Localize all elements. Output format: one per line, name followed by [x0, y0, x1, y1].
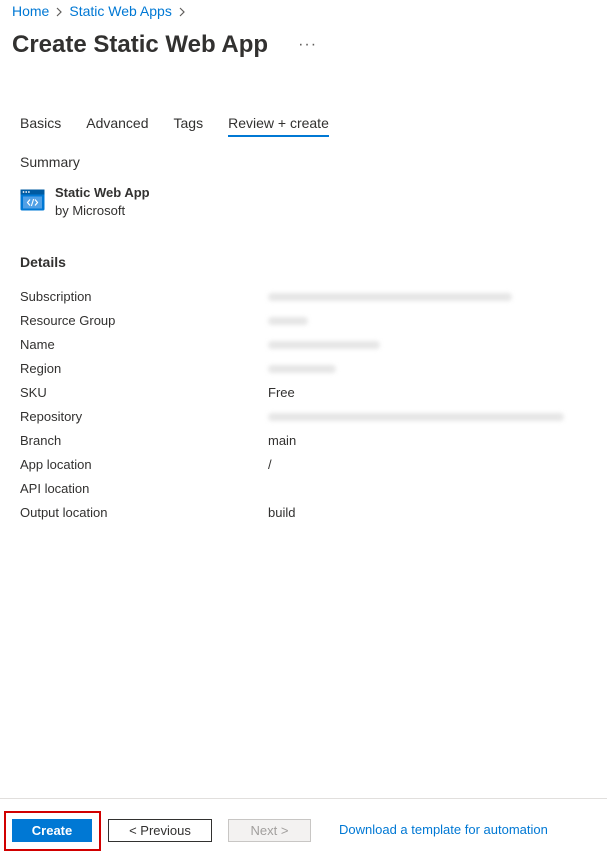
- tab-advanced[interactable]: Advanced: [86, 113, 148, 137]
- breadcrumb-static-web-apps-link[interactable]: Static Web Apps: [69, 3, 171, 19]
- detail-key: Name: [20, 336, 55, 352]
- detail-row-app-location: App location /: [20, 452, 590, 476]
- download-template-link[interactable]: Download a template for automation: [339, 822, 548, 837]
- detail-value: build: [268, 504, 296, 520]
- detail-value-redacted: [268, 313, 308, 328]
- detail-value-redacted: [268, 361, 336, 376]
- detail-key: Repository: [20, 408, 83, 424]
- summary-heading: Summary: [20, 154, 80, 170]
- chevron-right-icon: [49, 3, 69, 19]
- breadcrumb: Home Static Web Apps: [12, 2, 192, 20]
- page-title: Create Static Web App: [12, 31, 269, 58]
- detail-row-subscription: Subscription: [20, 284, 590, 308]
- chevron-right-icon: [172, 3, 192, 19]
- detail-value: Free: [268, 384, 295, 400]
- tab-tags[interactable]: Tags: [174, 113, 204, 137]
- detail-key: Subscription: [20, 288, 92, 304]
- detail-key: Resource Group: [20, 312, 116, 328]
- details-heading: Details: [20, 254, 66, 270]
- title-row: Create Static Web App ···: [12, 28, 321, 62]
- detail-value-redacted: [268, 409, 564, 424]
- detail-value: main: [268, 432, 297, 448]
- details-list: Subscription Resource Group Name Region …: [20, 284, 590, 524]
- app-vendor: by Microsoft: [55, 203, 126, 218]
- create-static-web-app-page: Home Static Web Apps Create Static Web A…: [0, 0, 607, 863]
- detail-value-redacted: [268, 337, 380, 352]
- detail-key: Region: [20, 360, 62, 376]
- tab-basics[interactable]: Basics: [20, 113, 61, 137]
- detail-row-resource-group: Resource Group: [20, 308, 590, 332]
- breadcrumb-home-link[interactable]: Home: [12, 3, 49, 19]
- detail-key: SKU: [20, 384, 47, 400]
- detail-row-api-location: API location: [20, 476, 590, 500]
- detail-key: Output location: [20, 504, 108, 520]
- previous-button[interactable]: < Previous: [108, 819, 212, 842]
- detail-key: Branch: [20, 432, 62, 448]
- detail-key: API location: [20, 480, 90, 496]
- detail-value-redacted: [268, 289, 512, 304]
- detail-row-output-location: Output location build: [20, 500, 590, 524]
- detail-row-name: Name: [20, 332, 590, 356]
- more-options-icon[interactable]: ···: [294, 35, 321, 55]
- create-button[interactable]: Create: [12, 819, 92, 842]
- detail-row-sku: SKU Free: [20, 380, 590, 404]
- next-button[interactable]: Next >: [228, 819, 311, 842]
- footer-divider: [0, 798, 607, 799]
- wizard-tabs: Basics Advanced Tags Review + create: [20, 113, 329, 137]
- app-summary-text: Static Web App by Microsoft: [55, 184, 150, 220]
- static-web-app-icon: [20, 189, 45, 211]
- detail-value: /: [268, 456, 272, 472]
- tab-review-create[interactable]: Review + create: [228, 113, 329, 137]
- app-summary-card: Static Web App by Microsoft: [20, 184, 150, 220]
- detail-row-region: Region: [20, 356, 590, 380]
- app-name: Static Web App: [55, 185, 150, 200]
- detail-row-branch: Branch main: [20, 428, 590, 452]
- detail-key: App location: [20, 456, 92, 472]
- detail-row-repository: Repository: [20, 404, 590, 428]
